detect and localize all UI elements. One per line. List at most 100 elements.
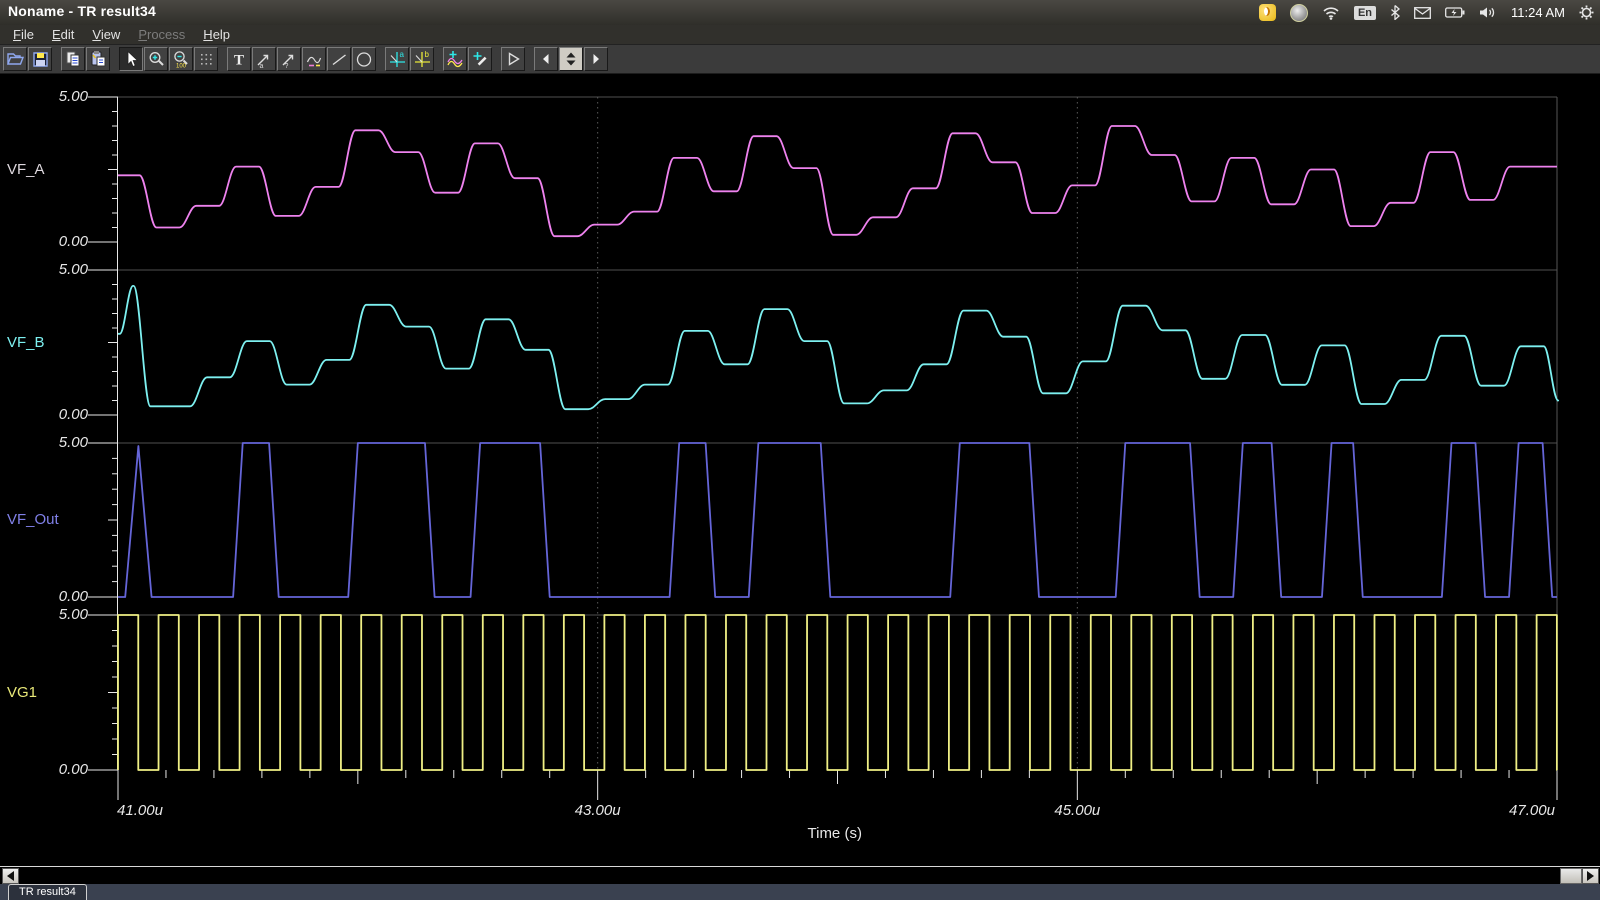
line-tool-icon (329, 49, 349, 69)
bluetooth-icon[interactable] (1390, 4, 1400, 21)
menu-process: Process (129, 26, 194, 43)
toolbar: 100 Ta? a b (0, 45, 1600, 74)
x-tick-label: 45.00u (1049, 802, 1105, 819)
x-axis-title: Time (s) (808, 825, 862, 842)
document-tab-bar: TR result34 (0, 884, 1600, 900)
pointer-icon (121, 49, 141, 69)
scroll-left-button[interactable] (2, 868, 19, 884)
wifi-icon[interactable] (1322, 4, 1340, 21)
menu-edit[interactable]: Edit (43, 26, 83, 43)
system-tray: En 11:24 AM (1259, 0, 1594, 25)
y-axis-min-label: 0.00 (18, 588, 88, 605)
menu-bar: FileEditViewProcessHelp (0, 25, 1600, 45)
cursor-b-icon: b (412, 49, 432, 69)
grid-button[interactable] (194, 47, 218, 71)
ellipse-tool-icon (354, 49, 374, 69)
x-tick-label: 41.00u (112, 802, 168, 819)
clock: 11:24 AM (1511, 5, 1565, 20)
annotate-arrow-a-button[interactable]: a (252, 47, 276, 71)
y-axis-max-label: 5.00 (18, 261, 88, 278)
menu-view[interactable]: View (83, 26, 129, 43)
y-axis-max-label: 5.00 (18, 88, 88, 105)
zoom-in-button[interactable] (144, 47, 168, 71)
trace-label-vf_b: VF_B (7, 334, 45, 351)
svg-text:a: a (400, 50, 405, 59)
svg-text:a: a (260, 63, 264, 69)
window-title: Noname - TR result34 (8, 3, 156, 19)
trace-label-vf_out: VF_Out (7, 511, 59, 528)
line-tool-button[interactable] (327, 47, 351, 71)
annotate-arrow-b-button[interactable]: ? (277, 47, 301, 71)
session-gear-icon[interactable] (1579, 4, 1594, 21)
legend-tool-icon (304, 49, 324, 69)
save-file-button[interactable] (28, 47, 52, 71)
y-axis-min-label: 0.00 (18, 761, 88, 778)
status-circle-icon[interactable] (1290, 4, 1308, 21)
y-axis-min-label: 0.00 (18, 233, 88, 250)
legend-tool-button[interactable] (302, 47, 326, 71)
cursor-b-button[interactable]: b (410, 47, 434, 71)
nav-updown-button[interactable] (559, 47, 583, 71)
x-tick-label: 47.00u (1504, 802, 1560, 819)
waveform-chart: 5.000.00VF_A5.000.00VF_B5.000.00VF_Out5.… (0, 74, 1600, 866)
process-play-icon (503, 49, 523, 69)
paste-button[interactable] (86, 47, 110, 71)
zoom-out-100-button[interactable]: 100 (169, 47, 193, 71)
trace-picker-button[interactable] (468, 47, 492, 71)
title-bar: Noname - TR result34 En 11:24 AM (0, 0, 1600, 25)
ellipse-tool-button[interactable] (352, 47, 376, 71)
copy-icon (63, 49, 83, 69)
process-play-button[interactable] (501, 47, 525, 71)
copy-button[interactable] (61, 47, 85, 71)
nav-right-icon (586, 49, 606, 69)
nav-right-button[interactable] (584, 47, 608, 71)
trace-vg1 (118, 615, 1557, 770)
svg-text:T: T (234, 53, 244, 69)
nav-updown-icon (561, 49, 581, 69)
trace-label-vg1: VG1 (7, 684, 37, 701)
trace-vf_b (118, 286, 1558, 409)
annotate-arrow-a-icon: a (254, 49, 274, 69)
nav-left-icon (536, 49, 556, 69)
zoom-in-icon (146, 49, 166, 69)
y-axis-max-label: 5.00 (18, 434, 88, 451)
messenger-icon[interactable] (1259, 4, 1276, 21)
keyboard-layout-badge[interactable]: En (1354, 4, 1376, 21)
svg-text:b: b (425, 50, 430, 59)
horizontal-scrollbar[interactable] (0, 866, 1600, 885)
annotate-arrow-b-icon: ? (279, 49, 299, 69)
text-tool-button[interactable]: T (227, 47, 251, 71)
text-tool-icon: T (229, 49, 249, 69)
scroll-right-button[interactable] (1582, 868, 1599, 884)
zoom-out-100-icon: 100 (171, 49, 191, 69)
open-file-button[interactable] (3, 47, 27, 71)
menu-file[interactable]: File (4, 26, 43, 43)
arrow-right-icon (1587, 871, 1594, 881)
menu-help[interactable]: Help (194, 26, 239, 43)
waveform-svg (0, 74, 1600, 866)
y-axis-max-label: 5.00 (18, 606, 88, 623)
mail-icon[interactable] (1414, 4, 1431, 21)
cursor-a-icon: a (387, 49, 407, 69)
cursor-a-button[interactable]: a (385, 47, 409, 71)
x-tick-label: 43.00u (570, 802, 626, 819)
add-curves-icon (445, 49, 465, 69)
tab-tr-result34[interactable]: TR result34 (8, 884, 87, 900)
svg-text:100: 100 (176, 64, 187, 70)
battery-icon[interactable] (1445, 4, 1465, 21)
arrow-left-icon (7, 871, 14, 881)
nav-left-button[interactable] (534, 47, 558, 71)
save-file-icon (30, 49, 50, 69)
trace-label-vf_a: VF_A (7, 161, 45, 178)
volume-icon[interactable] (1479, 4, 1497, 21)
clock-text[interactable]: 11:24 AM (1511, 4, 1565, 21)
pointer-button[interactable] (119, 47, 143, 71)
scrollbar-thumb[interactable] (1560, 868, 1582, 884)
paste-icon (88, 49, 108, 69)
open-file-icon (5, 49, 25, 69)
trace-vf_a (118, 126, 1557, 236)
add-curves-button[interactable] (443, 47, 467, 71)
trace-picker-icon (470, 49, 490, 69)
grid-icon (196, 49, 216, 69)
svg-text:?: ? (285, 63, 289, 69)
